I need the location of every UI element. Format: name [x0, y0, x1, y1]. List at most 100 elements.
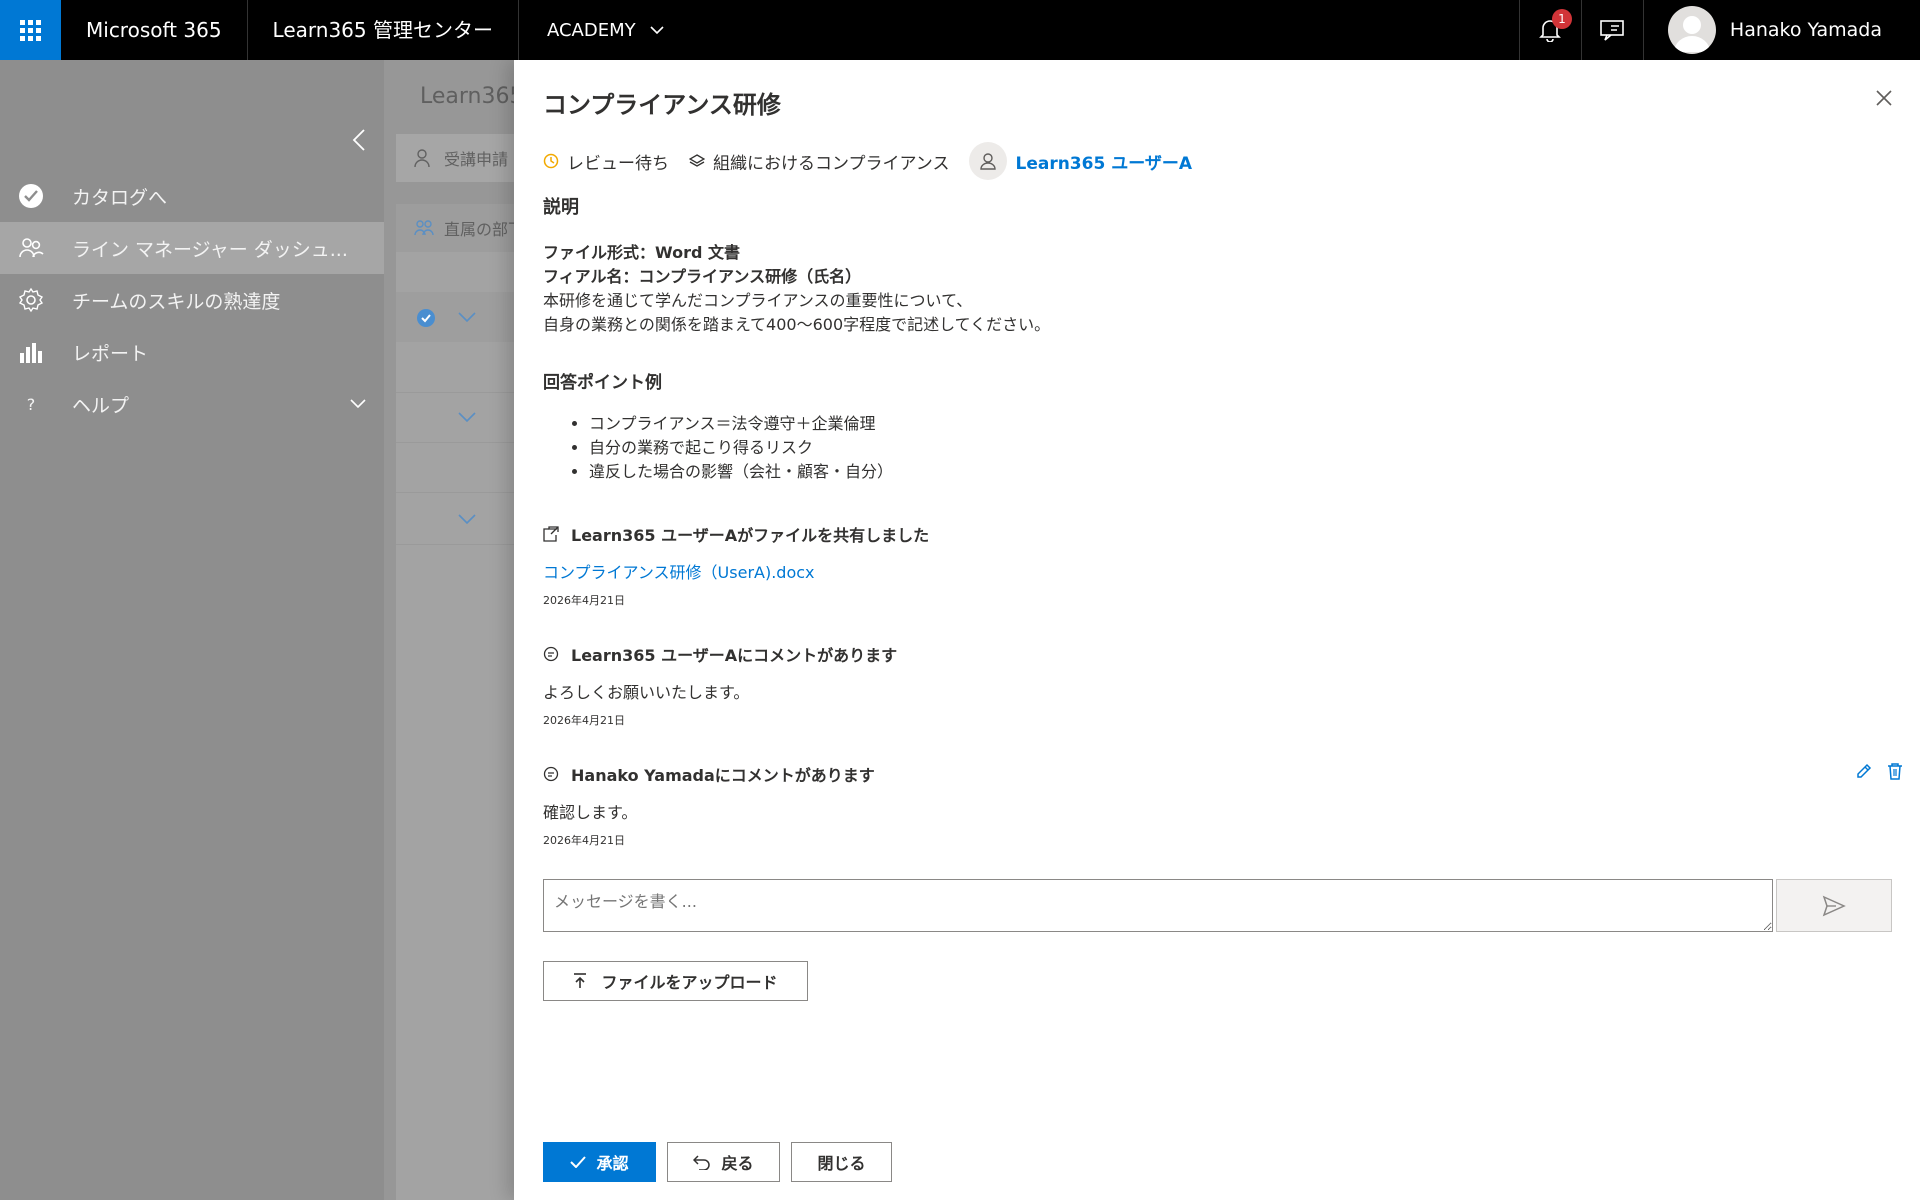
comment-text: 確認します。: [543, 803, 638, 822]
activity-item: Hanako Yamadaにコメントがあります 確認します。 2026年4月21…: [543, 762, 1903, 848]
send-button[interactable]: [1776, 879, 1892, 932]
close-button[interactable]: 閉じる: [791, 1142, 892, 1182]
assignee[interactable]: Learn365 ユーザーA: [969, 142, 1192, 180]
user-menu[interactable]: Hanako Yamada: [1642, 0, 1920, 60]
sidebar-item-label: レポート: [72, 342, 149, 365]
activity-heading: Learn365 ユーザーAにコメントがあります: [543, 642, 1903, 666]
sidebar-item-line-manager-dashboard[interactable]: ライン マネージャー ダッシュ...: [0, 222, 384, 274]
comment-icon: [543, 646, 559, 662]
reports-table: [396, 252, 514, 1200]
check-circle-icon: [18, 183, 44, 209]
detail-panel: コンプライアンス研修 レビュー待ち 組織におけるコンプライアンス Learn36…: [514, 60, 1920, 1200]
top-bar: Microsoft 365 Learn365 管理センター ACADEMY 1 …: [0, 0, 1920, 60]
comment-text: よろしくお願いいたします。: [543, 683, 750, 702]
question-icon: ?: [26, 394, 36, 414]
sidebar-item-team-skills[interactable]: チームのスキルの熟達度: [0, 274, 384, 326]
sidebar-item-label: ヘルプ: [72, 394, 130, 417]
back-button[interactable]: 戻る: [667, 1142, 780, 1182]
clock-icon: [543, 153, 559, 169]
checkmark-icon: [570, 1156, 587, 1168]
description-heading: 説明: [543, 197, 579, 218]
close-panel-button[interactable]: [1876, 90, 1892, 110]
assignee-name[interactable]: Learn365 ユーザーA: [1015, 149, 1192, 174]
bar-chart-icon: [18, 339, 44, 365]
chevron-down-icon: [350, 399, 366, 409]
approve-button[interactable]: 承認: [543, 1142, 656, 1182]
chevron-left-icon: [352, 129, 365, 151]
sidebar-item-reports[interactable]: レポート: [0, 326, 384, 378]
requests-toolbar[interactable]: 受講申請: [396, 134, 514, 182]
requests-label: 受講申請: [444, 150, 509, 169]
list-item: 違反した場合の影響（会社・顧客・自分）: [589, 460, 893, 484]
panel-title: コンプライアンス研修: [543, 91, 781, 119]
person-add-icon: [414, 149, 430, 168]
task-meta: レビュー待ち 組織におけるコンプライアンス Learn365 ユーザーA: [543, 142, 1192, 180]
gear-icon: [18, 287, 44, 313]
status-badge: レビュー待ち: [543, 149, 669, 174]
page-title: Learn365: [420, 84, 514, 109]
approve-label: 承認: [596, 1154, 629, 1173]
activity-heading-text: Learn365 ユーザーAにコメントがあります: [571, 646, 898, 665]
activity-date: 2026年4月21日: [543, 594, 625, 607]
upload-file-button[interactable]: ファイルをアップロード: [543, 961, 808, 1001]
avatar: [1667, 6, 1716, 54]
category-label: 組織におけるコンプライアンス: [713, 153, 950, 174]
notifications-button[interactable]: 1: [1518, 0, 1581, 60]
waffle-icon: [20, 19, 41, 41]
message-input[interactable]: [543, 879, 1773, 932]
people-icon: [414, 220, 434, 236]
answer-points-list: コンプライアンス＝法令遵守＋企業倫理 自分の業務で起こり得るリスク 違反した場合…: [543, 412, 893, 484]
user-name: Hanako Yamada: [1729, 19, 1882, 41]
shared-file-link[interactable]: コンプライアンス研修（UserA).docx: [543, 559, 1903, 583]
chevron-down-icon[interactable]: [458, 412, 476, 422]
app-launcher-button[interactable]: [0, 0, 61, 60]
activity-item: Learn365 ユーザーAがファイルを共有しました コンプライアンス研修（Us…: [543, 522, 1903, 608]
description-body: ファイル形式：Word 文書 フィアル名：コンプライアンス研修（氏名） 本研修を…: [543, 241, 1050, 337]
chevron-down-icon[interactable]: [458, 312, 476, 322]
sidebar: カタログへ ライン マネージャー ダッシュ... チームのスキルの熟達度 レポー…: [0, 60, 384, 1200]
chevron-down-icon[interactable]: [458, 514, 476, 524]
sidebar-item-help[interactable]: ? ヘルプ: [0, 378, 384, 430]
table-row[interactable]: [396, 504, 514, 534]
people-icon: [18, 235, 44, 261]
feedback-button[interactable]: [1580, 0, 1643, 60]
edit-icon[interactable]: [1855, 762, 1873, 780]
upload-icon: [574, 973, 587, 988]
comment-actions: [1855, 762, 1903, 780]
status-label: レビュー待ち: [567, 153, 669, 174]
send-icon: [1822, 895, 1846, 916]
chevron-down-icon: [650, 25, 664, 34]
table-row[interactable]: [396, 292, 514, 342]
collapse-sidebar-button[interactable]: [352, 128, 366, 156]
brand-link[interactable]: Microsoft 365: [61, 0, 248, 60]
sidebar-item-label: チームのスキルの熟達度: [72, 290, 281, 313]
panel-footer: 承認 戻る 閉じる: [543, 1142, 892, 1182]
check-circle-icon: [417, 309, 435, 327]
trash-icon[interactable]: [1887, 762, 1903, 780]
activity-heading-text: Learn365 ユーザーAがファイルを共有しました: [571, 526, 930, 545]
description-line: 本研修を通じて学んだコンプライアンスの重要性について、: [543, 291, 973, 310]
sidebar-nav: カタログへ ライン マネージャー ダッシュ... チームのスキルの熟達度 レポー…: [0, 170, 384, 430]
list-item: 自分の業務で起こり得るリスク: [589, 436, 893, 460]
user-avatar-icon: [969, 142, 1008, 180]
description-line: ファイル形式：Word 文書: [543, 243, 740, 262]
activity-heading-text: Hanako Yamadaにコメントがあります: [571, 766, 875, 785]
admin-center-link[interactable]: Learn365 管理センター: [248, 0, 519, 60]
description-line: フィアル名：コンプライアンス研修（氏名）: [543, 267, 862, 286]
share-icon: [543, 526, 559, 542]
academy-dropdown[interactable]: ACADEMY: [519, 0, 692, 60]
comment-icon: [543, 766, 559, 782]
close-icon: [1876, 90, 1892, 106]
activity-heading: Hanako Yamadaにコメントがあります: [543, 762, 1903, 786]
sidebar-item-catalog[interactable]: カタログへ: [0, 170, 384, 222]
direct-reports-label: 直属の部下: [444, 220, 514, 239]
back-label: 戻る: [721, 1154, 754, 1173]
close-label: 閉じる: [817, 1154, 866, 1173]
description-line: 自身の業務との関係を踏まえて400～600字程度で記述してください。: [543, 315, 1051, 334]
academy-label: ACADEMY: [546, 19, 636, 41]
answer-points-heading: 回答ポイント例: [543, 373, 662, 393]
activity-item: Learn365 ユーザーAにコメントがあります よろしくお願いいたします。 2…: [543, 642, 1903, 728]
sidebar-item-label: カタログへ: [72, 186, 168, 209]
table-row[interactable]: [396, 402, 514, 432]
direct-reports-header: 直属の部下: [396, 204, 514, 252]
